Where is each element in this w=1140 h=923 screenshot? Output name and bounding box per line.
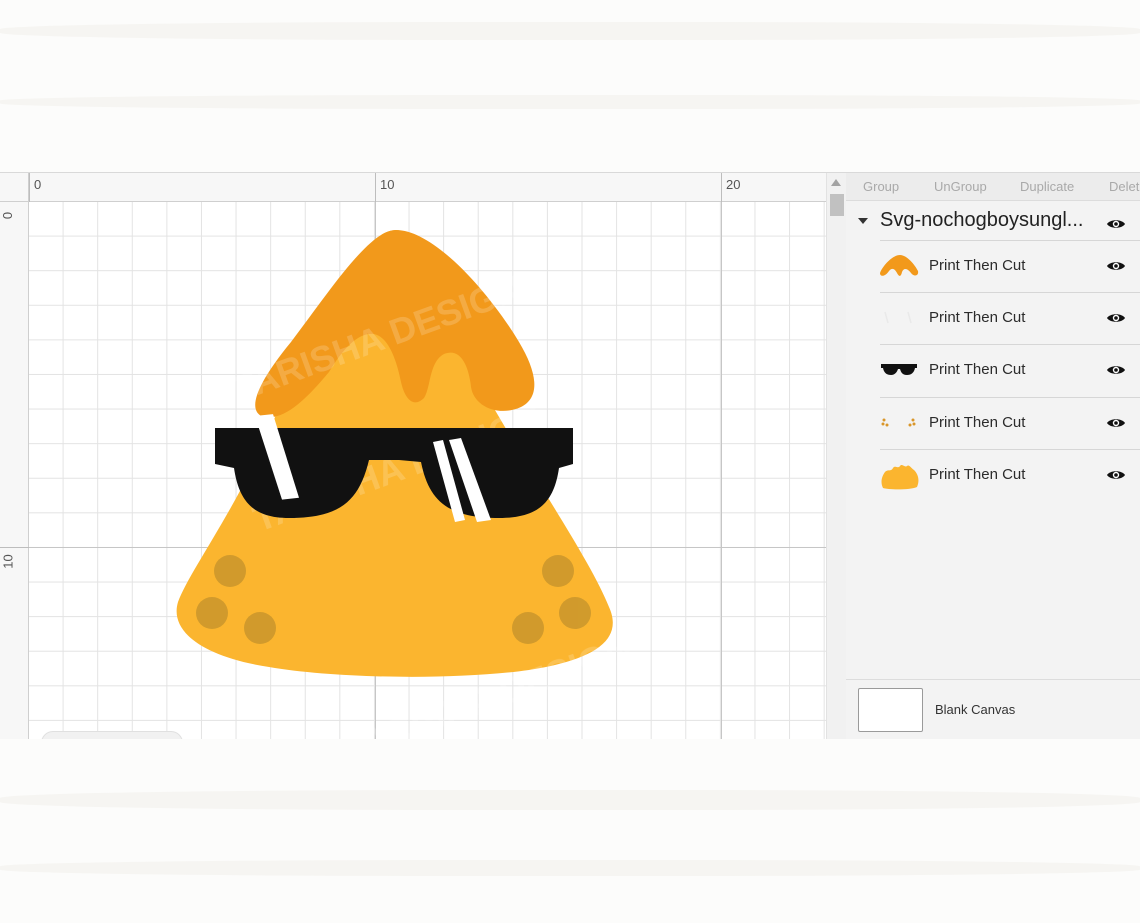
- blank-canvas-label: Blank Canvas: [935, 702, 1016, 717]
- eye-icon[interactable]: [1106, 217, 1126, 231]
- eye-icon[interactable]: [1106, 259, 1126, 273]
- background-texture: [0, 790, 1140, 810]
- nacho-chip-thumb-icon: [881, 465, 919, 490]
- ungroup-button[interactable]: UnGroup: [934, 179, 987, 194]
- blank-canvas-row[interactable]: Blank Canvas: [846, 679, 1140, 739]
- design-canvas[interactable]: TARISHA DESIGN TARISHA DESIGN TARISHA DE…: [29, 202, 826, 739]
- ruler-tick-label: 10: [380, 177, 395, 192]
- ruler-tick-label: 20: [726, 177, 741, 192]
- cheese-drip-thumb-icon: [880, 255, 919, 276]
- sunglasses-thumb-icon: [881, 364, 917, 375]
- ruler-tick-label: 10: [0, 554, 16, 569]
- collapse-caret-icon[interactable]: [858, 218, 868, 224]
- background-texture: [0, 860, 1140, 876]
- eye-icon[interactable]: [1106, 416, 1126, 430]
- layer-item-label: Print Then Cut: [929, 257, 1026, 274]
- layer-group-name: Svg-nochogboysungl...: [880, 209, 1084, 231]
- eye-icon[interactable]: [1106, 311, 1126, 325]
- canvas-scrollbar[interactable]: [826, 173, 846, 739]
- layer-item-label: Print Then Cut: [929, 309, 1026, 326]
- dots-thumb-icon: [881, 418, 916, 427]
- vertical-ruler: 0 10: [0, 202, 29, 739]
- ruler-tick-label: 0: [0, 211, 16, 220]
- layer-item[interactable]: Print Then Cut: [880, 397, 1140, 449]
- delete-button[interactable]: Delet: [1109, 179, 1139, 194]
- background-texture: [0, 22, 1140, 40]
- layer-group-row[interactable]: Svg-nochogboysungl...: [846, 203, 1140, 241]
- ruler-tick-label: 0: [34, 177, 42, 192]
- layer-item[interactable]: Print Then Cut: [880, 240, 1140, 292]
- glasses-shine-thumb-icon: [884, 311, 912, 324]
- design-app-window: 0 10 20 0 10 TARISHA DESIGN TARISHA DESI…: [0, 172, 1140, 739]
- layer-item[interactable]: Print Then Cut: [880, 344, 1140, 396]
- nacho-artwork[interactable]: TARISHA DESIGN TARISHA DESIGN TARISHA DE…: [29, 202, 826, 739]
- zoom-control[interactable]: [41, 731, 183, 739]
- layers-toolbar: Group UnGroup Duplicate Delet: [846, 173, 1140, 201]
- horizontal-ruler: 0 10 20: [0, 173, 826, 202]
- layer-item-label: Print Then Cut: [929, 361, 1026, 378]
- layer-item[interactable]: Print Then Cut: [880, 292, 1140, 344]
- scroll-up-arrow-icon[interactable]: [831, 179, 841, 186]
- duplicate-button[interactable]: Duplicate: [1020, 179, 1074, 194]
- layer-item-label: Print Then Cut: [929, 414, 1026, 431]
- scroll-thumb[interactable]: [830, 194, 844, 216]
- blank-canvas-swatch[interactable]: [858, 688, 923, 732]
- layer-item[interactable]: Print Then Cut: [880, 449, 1140, 501]
- layers-panel: Group UnGroup Duplicate Delet Svg-nochog…: [846, 173, 1140, 739]
- eye-icon[interactable]: [1106, 468, 1126, 482]
- group-button[interactable]: Group: [863, 179, 899, 194]
- background-texture: [0, 95, 1140, 109]
- eye-icon[interactable]: [1106, 363, 1126, 377]
- layer-item-label: Print Then Cut: [929, 466, 1026, 483]
- ruler-corner: [0, 173, 29, 202]
